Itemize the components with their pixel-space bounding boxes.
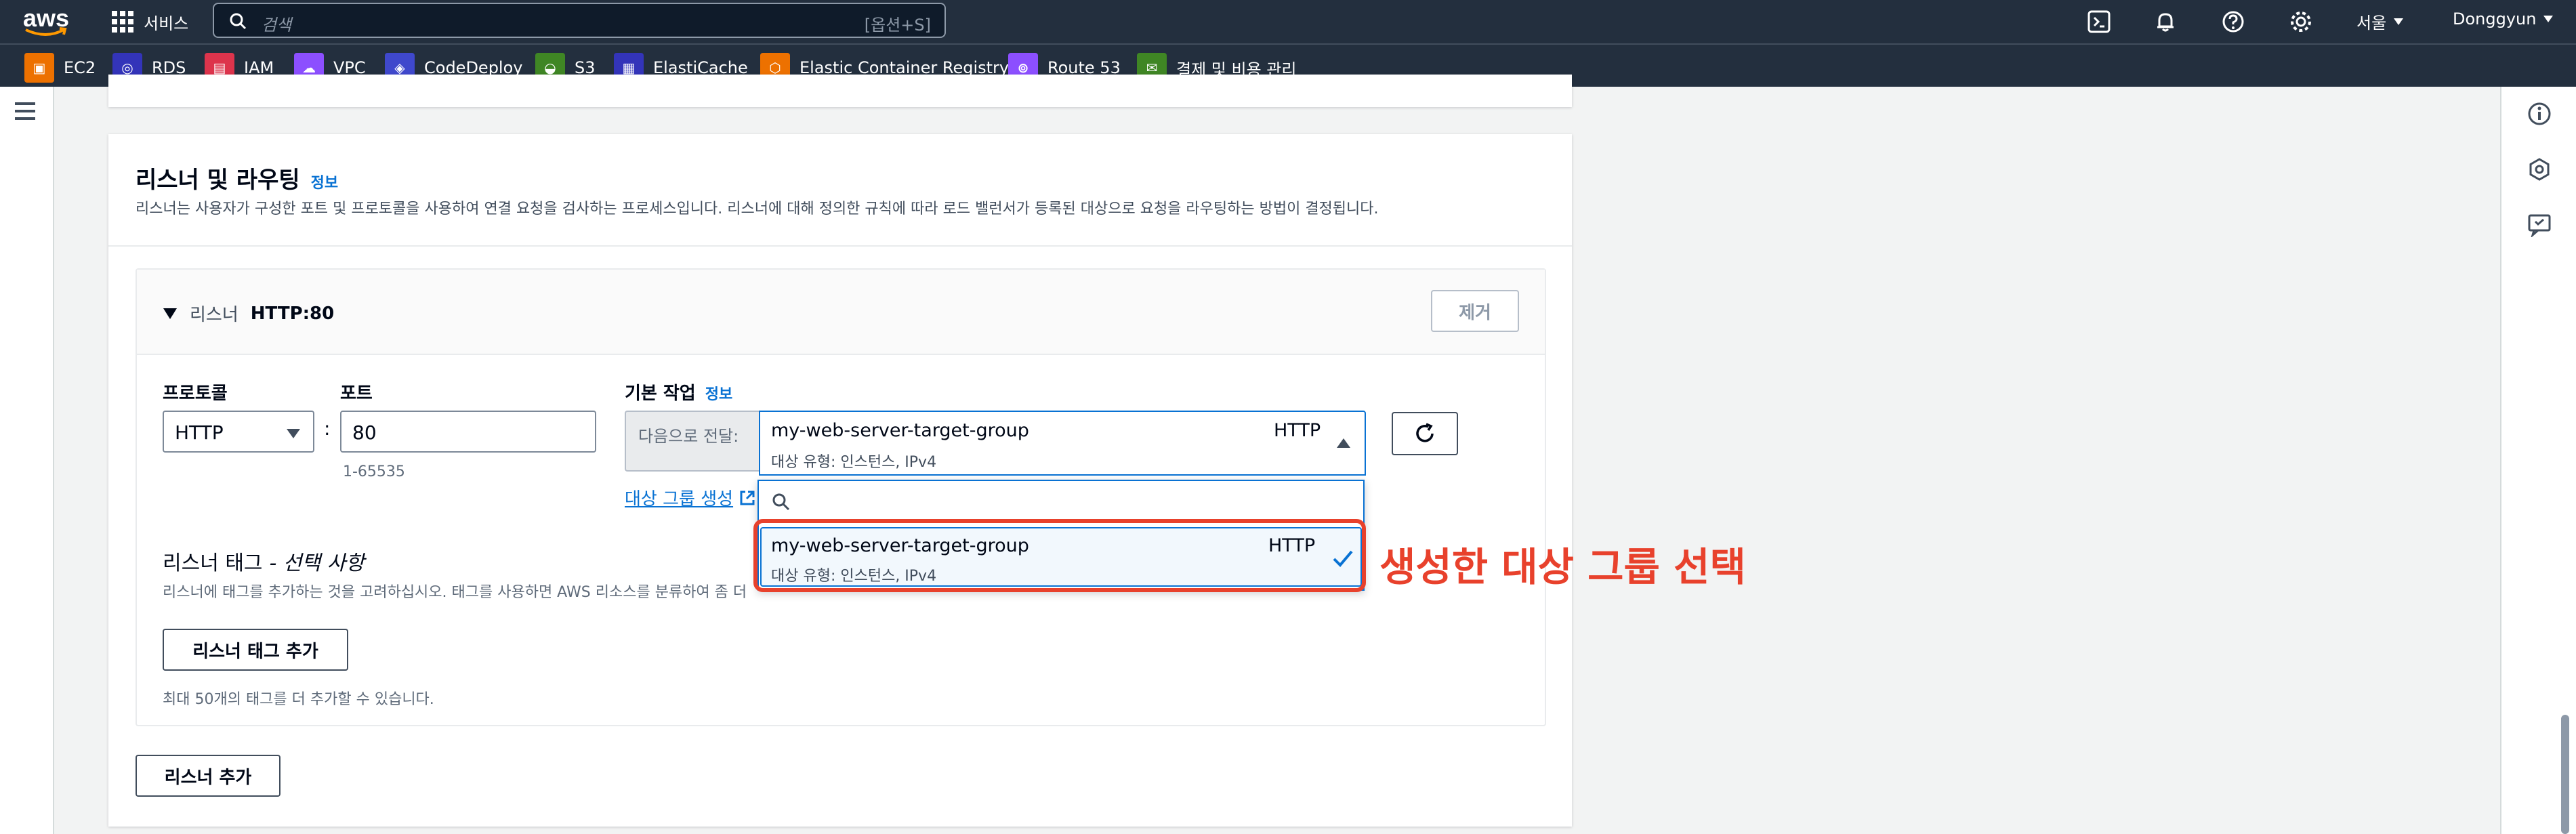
info-panel-icon[interactable] (2527, 102, 2552, 129)
protocol-select[interactable]: HTTP (163, 411, 314, 453)
search-placeholder: 검색 (262, 16, 292, 35)
protocol-port-separator: : (324, 417, 331, 440)
caret-down-filled-icon (287, 429, 300, 438)
remove-listener-button[interactable]: 제거 (1431, 290, 1519, 332)
protocol-label: 프로토콜 (163, 383, 228, 404)
default-action-info-link[interactable]: 정보 (705, 382, 732, 404)
caret-down-icon (2394, 18, 2404, 25)
caret-down-filled-icon (163, 308, 177, 319)
listener-tags-title: 리스너 태그 (163, 551, 263, 575)
left-navigation-rail (0, 87, 54, 834)
listener-card-header (137, 270, 1545, 355)
search-icon (772, 493, 790, 511)
target-group-select[interactable]: my-web-server-target-group HTTP 대상 유형: 인… (759, 411, 1366, 476)
listener-tags-description: 리스너에 태그를 추가하는 것을 고려하십시오. 태그를 사용하면 AWS 리소… (163, 584, 747, 601)
global-search-input[interactable]: 검색 [옵션+S] (213, 3, 946, 38)
section-description: 리스너는 사용자가 구성한 포트 및 프로토콜을 사용하여 연결 요청을 검사하… (136, 201, 1379, 217)
previous-section-panel (108, 75, 1572, 107)
selected-target-protocol: HTTP (1274, 420, 1321, 441)
port-hint: 1-65535 (343, 463, 405, 480)
aws-smile-icon (25, 27, 67, 36)
grid-icon (112, 11, 133, 33)
search-icon (230, 13, 247, 30)
cloudshell-icon[interactable] (2084, 7, 2114, 37)
caret-down-icon (2543, 16, 2554, 22)
search-shortcut: [옵션+S] (864, 16, 931, 35)
hexagon-tool-icon[interactable] (2527, 157, 2552, 184)
dropdown-filter-input[interactable] (759, 480, 1363, 520)
listener-tags-limit: 최대 50개의 태그를 더 추가할 수 있습니다. (163, 691, 434, 708)
add-listener-button[interactable]: 리스너 추가 (136, 755, 281, 797)
region-selector[interactable]: 서울 (2356, 9, 2404, 33)
feedback-screen-icon[interactable] (2527, 213, 2552, 240)
favorite-ec2[interactable]: ▣ EC2 (24, 53, 96, 83)
section-info-link[interactable]: 정보 (311, 171, 338, 192)
annotation-label: 생성한 대상 그룹 선택 (1379, 544, 1746, 590)
selected-target-group: my-web-server-target-group (771, 420, 1029, 441)
default-action-label: 기본 작업 (625, 383, 696, 404)
page-scrollbar[interactable] (2561, 715, 2569, 834)
create-target-group-link[interactable]: 대상 그룹 생성 (625, 485, 756, 510)
ec2-icon: ▣ (24, 53, 54, 83)
listener-tags-optional: - 선택 사항 (269, 551, 365, 575)
refresh-icon (1416, 423, 1434, 442)
settings-gear-icon[interactable] (2286, 7, 2316, 37)
services-menu-button[interactable]: 서비스 (111, 7, 188, 37)
caret-up-filled-icon (1337, 438, 1350, 448)
notifications-bell-icon[interactable] (2151, 7, 2180, 37)
listener-header-name: HTTP:80 (250, 303, 335, 324)
annotation-highlight-box (753, 519, 1366, 592)
listener-header-prefix: 리스너 (190, 305, 238, 325)
section-title: 리스너 및 라우팅 (136, 167, 300, 194)
help-icon[interactable] (2218, 7, 2248, 37)
aws-logo[interactable]: aws (23, 4, 70, 37)
top-navigation: aws 서비스 검색 [옵션+S] 서울 Donggyun (0, 0, 2576, 43)
refresh-button[interactable] (1392, 412, 1458, 455)
forward-to-prefix: 다음으로 전달: (625, 411, 760, 472)
external-link-icon (740, 491, 755, 505)
add-listener-tag-button[interactable]: 리스너 태그 추가 (163, 629, 348, 671)
selected-target-sub: 대상 유형: 인스턴스, IPv4 (771, 454, 937, 471)
listener-expand-toggle[interactable]: 리스너 HTTP:80 (163, 301, 334, 326)
divider (108, 245, 1572, 247)
hamburger-menu-icon[interactable] (14, 102, 37, 123)
port-label: 포트 (340, 383, 373, 404)
user-menu[interactable]: Donggyun (2453, 9, 2554, 28)
port-input[interactable]: 80 (340, 411, 596, 453)
